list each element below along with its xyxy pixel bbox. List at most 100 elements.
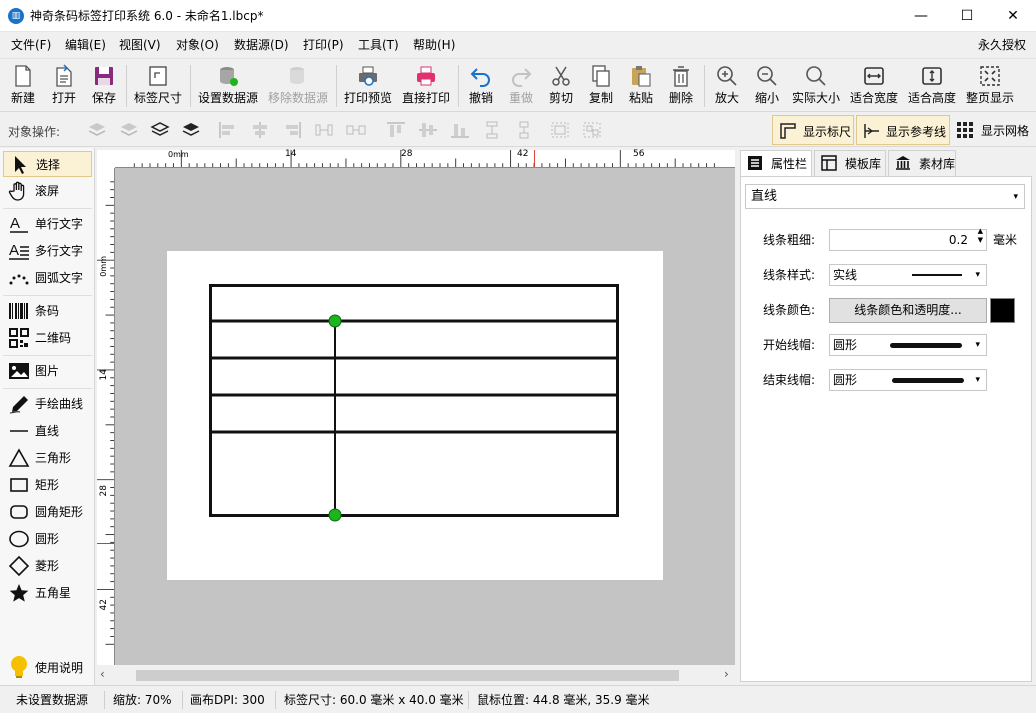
tool-multi-line-text[interactable]: A 多行文字	[3, 238, 92, 264]
tool-pan[interactable]: 滚屏	[3, 178, 92, 204]
tool-barcode[interactable]: 条码	[3, 298, 92, 324]
align-center-icon[interactable]	[250, 121, 270, 139]
layer-up-icon[interactable]	[150, 121, 170, 139]
maximize-button[interactable]: ☐	[944, 0, 990, 32]
line-style-select[interactable]: 实线 ▾	[829, 264, 987, 286]
tool-qrcode[interactable]: 二维码	[3, 325, 92, 351]
start-cap-value: 圆形	[833, 338, 858, 352]
actual-size-button[interactable]: 实际大小	[790, 62, 842, 110]
tool-rounded-rectangle[interactable]: 圆角矩形	[3, 499, 92, 525]
label-size-button[interactable]: 标签尺寸	[132, 62, 184, 110]
tool-select[interactable]: 选择	[3, 151, 92, 177]
spinner-icon[interactable]: ▲ ▼	[978, 227, 983, 245]
tool-star[interactable]: 五角星	[3, 580, 92, 606]
end-cap-select[interactable]: 圆形 ▾	[829, 369, 987, 391]
tool-image[interactable]: 图片	[3, 358, 92, 384]
line-width-input[interactable]: 0.2 ▲ ▼	[829, 227, 987, 251]
full-page-button[interactable]: 整页显示	[964, 62, 1016, 110]
ungroup-icon[interactable]	[582, 121, 602, 139]
menu-datasource[interactable]: 数据源(D)	[234, 37, 289, 53]
cut-button[interactable]: 剪切	[544, 62, 578, 110]
undo-button[interactable]: 撤销	[464, 62, 498, 110]
chevron-down-icon: ▾	[1013, 192, 1018, 202]
tool-arc-text[interactable]: 圆弧文字	[3, 265, 92, 291]
show-ruler-toggle[interactable]: 显示标尺	[772, 115, 854, 145]
align-middle-icon[interactable]	[418, 121, 438, 139]
cut-label: 剪切	[548, 91, 573, 105]
printer-icon	[417, 66, 435, 86]
same-height-icon[interactable]	[514, 121, 534, 139]
save-button[interactable]: 保存	[87, 62, 121, 110]
same-width-icon[interactable]	[346, 121, 366, 139]
menu-edit[interactable]: 编辑(E)	[65, 37, 106, 53]
minimize-button[interactable]: —	[898, 0, 944, 32]
fit-height-button[interactable]: 适合高度	[906, 62, 958, 110]
close-button[interactable]: ✕	[990, 0, 1036, 32]
scroll-right-icon[interactable]: ›	[724, 667, 729, 681]
tool-line[interactable]: 直线	[3, 418, 92, 444]
set-datasource-button[interactable]: 设置数据源	[196, 62, 260, 110]
tool-separator	[3, 208, 92, 209]
open-button[interactable]: 打开	[47, 62, 81, 110]
copy-button[interactable]: 复制	[584, 62, 618, 110]
direct-print-button[interactable]: 直接打印	[400, 62, 452, 110]
menu-view[interactable]: 视图(V)	[119, 37, 161, 53]
fit-width-button[interactable]: 适合宽度	[848, 62, 900, 110]
object-type-select[interactable]: 直线 ▾	[745, 184, 1025, 209]
tab-materials-label: 素材库	[919, 157, 956, 171]
paste-button[interactable]: 粘贴	[624, 62, 658, 110]
menu-tools[interactable]: 工具(T)	[358, 37, 399, 53]
menu-object[interactable]: 对象(O)	[176, 37, 219, 53]
distribute-vertical-icon[interactable]	[482, 121, 502, 139]
selection-handle-start[interactable]	[328, 314, 342, 328]
tab-materials[interactable]: 素材库	[888, 150, 956, 176]
line-color-button[interactable]: 线条颜色和透明度...	[829, 298, 987, 323]
label-page[interactable]	[167, 251, 663, 580]
bring-to-front-icon[interactable]	[87, 121, 107, 139]
tab-templates-label: 模板库	[845, 157, 882, 171]
zoom-in-button[interactable]: 放大	[710, 62, 744, 110]
align-top-icon[interactable]	[386, 121, 406, 139]
tool-diamond[interactable]: 菱形	[3, 553, 92, 579]
tool-triangle[interactable]: 三角形	[3, 445, 92, 471]
new-button[interactable]: 新建	[6, 62, 40, 110]
show-grid-toggle[interactable]: 显示网格	[952, 115, 1034, 145]
tab-templates[interactable]: 模板库	[814, 150, 886, 176]
redo-button[interactable]: 重做	[504, 62, 538, 110]
align-left-icon[interactable]	[218, 121, 238, 139]
horizontal-scroll-thumb[interactable]	[136, 670, 679, 681]
left-ruler[interactable]	[97, 168, 115, 665]
align-right-icon[interactable]	[282, 121, 302, 139]
start-cap-label: 开始线帽:	[763, 338, 816, 352]
label-size-icon	[149, 66, 167, 86]
scroll-left-icon[interactable]: ‹	[100, 667, 105, 681]
selection-handle-end[interactable]	[328, 508, 342, 522]
show-guides-toggle[interactable]: 显示参考线	[856, 115, 950, 145]
start-cap-select[interactable]: 圆形 ▾	[829, 334, 987, 356]
paste-label: 粘贴	[628, 91, 653, 105]
send-to-back-icon[interactable]	[119, 121, 139, 139]
license-status[interactable]: 永久授权	[978, 37, 1026, 53]
status-bar: 未设置数据源 缩放: 70% 画布DPI: 300 标签尺寸: 60.0 毫米 …	[0, 685, 1036, 713]
tool-separator	[3, 355, 92, 356]
menu-print[interactable]: 打印(P)	[303, 37, 344, 53]
tool-panel: 选择 滚屏 A 单行文字 A 多行文字 圆弧文字 条码 二维码 图片 手绘曲线 …	[0, 148, 95, 685]
tool-rectangle[interactable]: 矩形	[3, 472, 92, 498]
align-bottom-icon[interactable]	[450, 121, 470, 139]
line-color-swatch[interactable]	[990, 298, 1015, 323]
tool-freehand[interactable]: 手绘曲线	[3, 391, 92, 417]
layer-down-icon[interactable]	[181, 121, 201, 139]
distribute-horizontal-icon[interactable]	[314, 121, 334, 139]
help-button[interactable]: 使用说明	[3, 655, 92, 681]
zoom-out-button[interactable]: 缩小	[750, 62, 784, 110]
group-icon[interactable]	[550, 121, 570, 139]
tab-properties[interactable]: 属性栏	[740, 150, 812, 176]
print-preview-button[interactable]: 打印预览	[342, 62, 394, 110]
menu-help[interactable]: 帮助(H)	[413, 37, 455, 53]
remove-datasource-button[interactable]: 移除数据源	[266, 62, 330, 110]
line-style-value: 实线	[833, 268, 858, 282]
delete-button[interactable]: 删除	[664, 62, 698, 110]
tool-single-line-text[interactable]: A 单行文字	[3, 211, 92, 237]
tool-ellipse[interactable]: 圆形	[3, 526, 92, 552]
menu-file[interactable]: 文件(F)	[11, 37, 51, 53]
